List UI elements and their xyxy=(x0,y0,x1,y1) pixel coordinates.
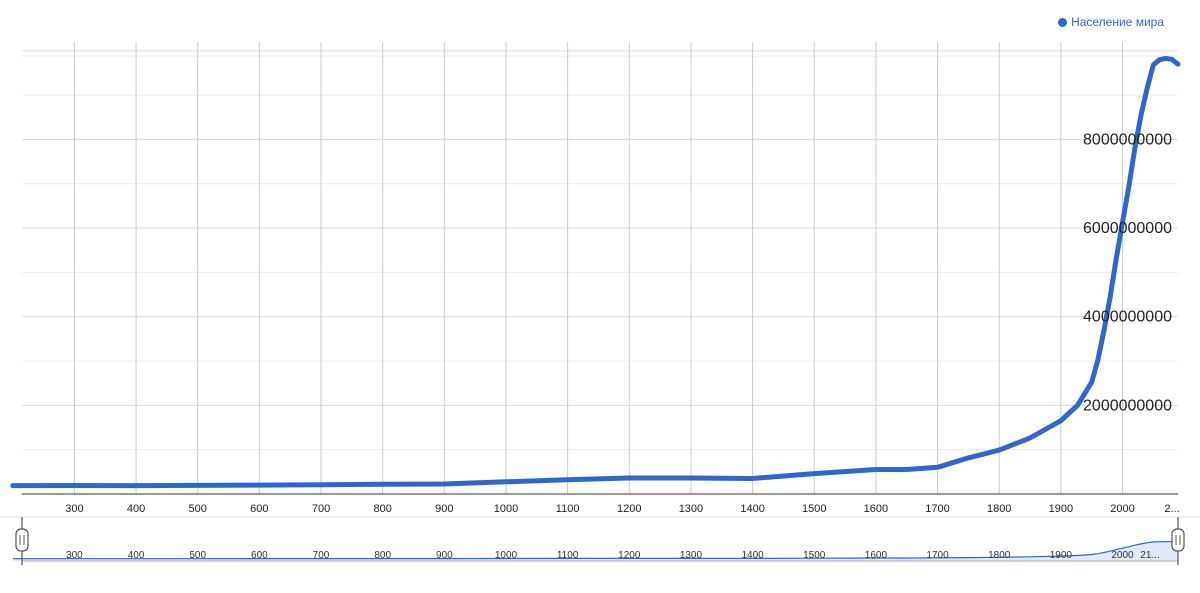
y-tick-label: 4000000000 xyxy=(1083,309,1172,326)
range-selector-tick-label: 2000 xyxy=(1111,550,1134,561)
x-tick-label: 700 xyxy=(312,503,330,515)
y-tick-label: 2000000000 xyxy=(1083,397,1172,414)
range-selector-tick-label: 300 xyxy=(66,550,83,561)
legend[interactable]: Население мира xyxy=(1058,15,1164,29)
range-selector-tick-label: 1000 xyxy=(495,550,518,561)
range-selector-tick-label: 700 xyxy=(313,550,330,561)
x-tick-label: 2... xyxy=(1164,503,1179,515)
range-selector-tick-label: 1700 xyxy=(926,550,949,561)
x-tick-label: 900 xyxy=(435,503,453,515)
range-selector-tick-label: 1500 xyxy=(803,550,826,561)
range-selector-left-handle[interactable] xyxy=(15,517,29,565)
handle-grip xyxy=(1171,528,1185,552)
x-tick-label: 1200 xyxy=(617,503,641,515)
range-selector-tick-label: 1300 xyxy=(680,550,703,561)
x-tick-label: 500 xyxy=(189,503,207,515)
range-selector-tick-label: 400 xyxy=(128,550,145,561)
x-tick-label: 600 xyxy=(250,503,268,515)
x-tick-label: 300 xyxy=(65,503,83,515)
range-selector-tick-label: 1100 xyxy=(557,550,579,561)
range-selector-tick-label: 500 xyxy=(189,550,206,561)
x-tick-label: 1400 xyxy=(740,503,764,515)
x-tick-label: 1300 xyxy=(679,503,703,515)
legend-label: Население мира xyxy=(1071,15,1164,29)
x-tick-label: 1600 xyxy=(864,503,888,515)
range-selector-tick-label: 1600 xyxy=(865,550,888,561)
x-tick-label: 1500 xyxy=(802,503,826,515)
y-tick-label: 6000000000 xyxy=(1083,220,1172,237)
x-tick-label: 400 xyxy=(127,503,145,515)
handle-grip xyxy=(15,528,29,552)
range-selector-tick-label: 900 xyxy=(436,550,453,561)
range-selector-tick-label: 21... xyxy=(1140,550,1159,561)
legend-marker xyxy=(1058,17,1068,27)
chart: 300 400 500 600 700 800 900 1000 1100 1200 1300 140… xyxy=(0,0,1200,588)
range-selector-tick-label: 1800 xyxy=(988,550,1011,561)
x-tick-label: 1000 xyxy=(494,503,518,515)
range-selector-tick-label: 1200 xyxy=(618,550,641,561)
range-selector-tick-label: 1900 xyxy=(1050,550,1073,561)
x-tick-label: 1900 xyxy=(1049,503,1073,515)
x-tick-label: 2000 xyxy=(1110,503,1134,515)
x-tick-label: 1700 xyxy=(925,503,949,515)
chart-svg: 300 400 500 600 700 800 900 1000 1100 1200 1300 140… xyxy=(0,42,1200,565)
range-selector-tick-label: 600 xyxy=(251,550,268,561)
x-tick-label: 800 xyxy=(373,503,391,515)
y-tick-label: 8000000000 xyxy=(1083,131,1172,148)
x-tick-label: 1100 xyxy=(556,503,580,515)
range-selector-tick-label: 1400 xyxy=(741,550,764,561)
x-tick-label: 1800 xyxy=(987,503,1011,515)
range-selector-tick-label: 800 xyxy=(374,550,391,561)
